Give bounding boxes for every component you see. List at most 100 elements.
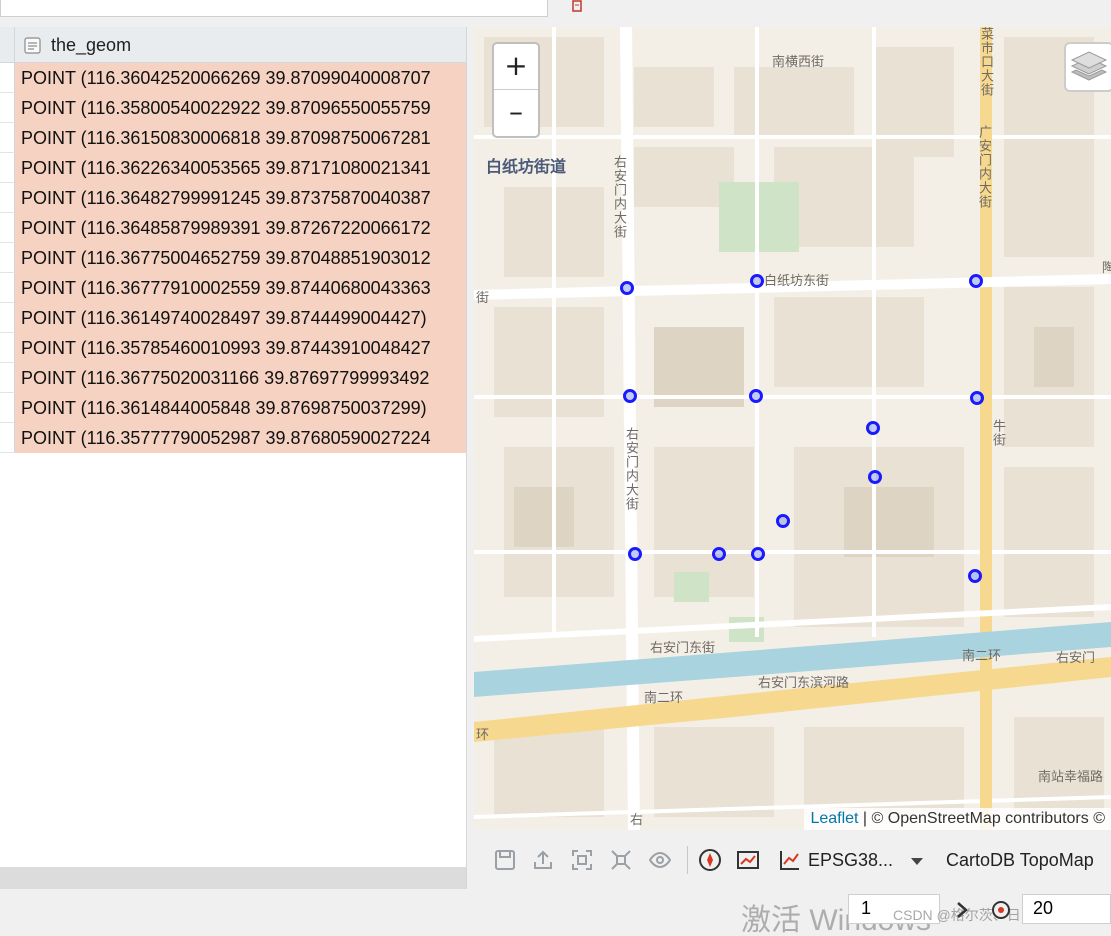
point-marker[interactable] <box>749 389 763 403</box>
row-gutter[interactable] <box>0 183 15 213</box>
row-gutter[interactable] <box>0 153 15 183</box>
zoom-control: + – <box>492 42 540 138</box>
row-gutter[interactable] <box>0 123 15 153</box>
zoom-in-button[interactable]: + <box>494 44 538 90</box>
road-label: 白纸坊东街 <box>764 273 830 288</box>
crs-chart-icon <box>780 851 799 870</box>
table-row[interactable]: POINT (116.35777790052987 39.87680590027… <box>0 423 466 453</box>
column-header-the-geom[interactable]: the_geom <box>51 35 131 56</box>
geometry-column-icon <box>24 37 41 54</box>
geom-cell[interactable]: POINT (116.35785460010993 39.87443910048… <box>15 333 466 363</box>
road-label: 南横西街 <box>772 54 825 69</box>
road-label: 环 <box>476 727 490 742</box>
point-marker[interactable] <box>628 547 642 561</box>
table-row[interactable]: POINT (116.36042520066269 39.87099040008… <box>0 63 466 93</box>
row-gutter[interactable] <box>0 303 15 333</box>
road-label: 右安门内大街 <box>624 427 639 511</box>
geom-cell[interactable]: POINT (116.36482799991245 39.87375870040… <box>15 183 466 213</box>
zoom-out-button[interactable]: – <box>494 90 538 136</box>
toolbar-separator <box>687 846 688 874</box>
geom-cell[interactable]: POINT (116.3614844005848 39.876987500372… <box>15 393 466 423</box>
table-row[interactable]: POINT (116.36150830006818 39.87098750067… <box>0 123 466 153</box>
view-icon[interactable] <box>648 848 672 872</box>
clipboard-icon[interactable] <box>571 0 583 12</box>
table-header: the_geom <box>0 27 466 63</box>
road-label: 南站幸福路 <box>1038 769 1104 784</box>
next-page-icon[interactable] <box>951 899 973 921</box>
row-gutter[interactable] <box>0 363 15 393</box>
district-label: 白纸坊街道 <box>486 159 567 176</box>
row-gutter[interactable] <box>0 63 15 93</box>
point-marker[interactable] <box>751 547 765 561</box>
attribution-text: | © OpenStreetMap contributors © <box>858 810 1105 827</box>
crs-selector[interactable]: EPSG38... <box>808 850 893 871</box>
road-label: 街 <box>476 290 490 305</box>
row-gutter[interactable] <box>0 333 15 363</box>
point-marker[interactable] <box>776 514 790 528</box>
top-filter-input[interactable] <box>0 0 548 17</box>
table-row[interactable]: POINT (116.35800540022922 39.87096550055… <box>0 93 466 123</box>
geom-cell[interactable]: POINT (116.36485879989391 39.87267220066… <box>15 213 466 243</box>
point-marker[interactable] <box>623 389 637 403</box>
table-row[interactable]: POINT (116.36777910002559 39.87440680043… <box>0 273 466 303</box>
row-gutter[interactable] <box>0 213 15 243</box>
geom-cell[interactable]: POINT (116.36149740028497 39.87444990044… <box>15 303 466 333</box>
image-chart-icon[interactable] <box>736 848 760 872</box>
page-size-icon <box>992 901 1010 919</box>
point-marker[interactable] <box>969 274 983 288</box>
table-row[interactable]: POINT (116.36482799991245 39.87375870040… <box>0 183 466 213</box>
row-gutter[interactable] <box>0 273 15 303</box>
road-label: 牛街 <box>991 419 1006 447</box>
horizontal-scrollbar[interactable] <box>0 867 466 889</box>
table-rows: POINT (116.36042520066269 39.87099040008… <box>0 63 466 453</box>
geom-cell[interactable]: POINT (116.35777790052987 39.87680590027… <box>15 423 466 453</box>
map-basemap <box>474 27 1111 830</box>
row-gutter[interactable] <box>0 243 15 273</box>
map-toolbar: EPSG38... CartoDB TopoMap <box>474 838 1111 884</box>
geom-cell[interactable]: POINT (116.36150830006818 39.87098750067… <box>15 123 466 153</box>
road-label: 右安门内大街 <box>612 155 627 239</box>
geom-cell[interactable]: POINT (116.36775020031166 39.87697799993… <box>15 363 466 393</box>
zoom-to-selection-icon[interactable] <box>570 848 594 872</box>
point-marker[interactable] <box>620 281 634 295</box>
compass-icon[interactable] <box>698 848 722 872</box>
table-row[interactable]: POINT (116.36226340053565 39.87171080021… <box>0 153 466 183</box>
geom-cell[interactable]: POINT (116.35800540022922 39.87096550055… <box>15 93 466 123</box>
road-label: 右 <box>630 812 644 827</box>
table-row[interactable]: POINT (116.3614844005848 39.876987500372… <box>0 393 466 423</box>
map-view[interactable]: 白纸坊街道 南横西街 菜市口大街 广安门内大街 右安门内大街 右安门内大街 白纸… <box>474 27 1111 830</box>
geom-cell[interactable]: POINT (116.36042520066269 39.87099040008… <box>15 63 466 93</box>
leaflet-link[interactable]: Leaflet <box>810 810 858 827</box>
point-marker[interactable] <box>750 274 764 288</box>
app-window: the_geom POINT (116.36042520066269 39.87… <box>0 0 1111 936</box>
attribute-table: the_geom POINT (116.36042520066269 39.87… <box>0 27 467 889</box>
geom-cell[interactable]: POINT (116.36775004652759 39.87048851903… <box>15 243 466 273</box>
point-marker[interactable] <box>866 421 880 435</box>
map-attribution: Leaflet | © OpenStreetMap contributors © <box>804 808 1111 830</box>
table-row[interactable]: POINT (116.36775004652759 39.87048851903… <box>0 243 466 273</box>
fit-extent-icon[interactable] <box>609 848 633 872</box>
point-marker[interactable] <box>712 547 726 561</box>
layers-icon <box>1070 51 1108 81</box>
save-icon[interactable] <box>493 848 517 872</box>
road-label: 右安门 <box>1056 650 1096 665</box>
point-marker[interactable] <box>970 391 984 405</box>
table-row[interactable]: POINT (116.35785460010993 39.87443910048… <box>0 333 466 363</box>
table-row[interactable]: POINT (116.36149740028497 39.87444990044… <box>0 303 466 333</box>
road-label: 陶 <box>1102 260 1111 275</box>
table-row[interactable]: POINT (116.36485879989391 39.87267220066… <box>0 213 466 243</box>
point-marker[interactable] <box>968 569 982 583</box>
geom-cell[interactable]: POINT (116.36777910002559 39.87440680043… <box>15 273 466 303</box>
row-gutter[interactable] <box>0 393 15 423</box>
basemap-selector[interactable]: CartoDB TopoMap <box>946 850 1094 871</box>
chevron-down-icon[interactable] <box>911 858 923 865</box>
export-icon[interactable] <box>531 848 555 872</box>
layers-button[interactable] <box>1064 42 1111 92</box>
point-marker[interactable] <box>868 470 882 484</box>
row-gutter[interactable] <box>0 93 15 123</box>
page-size-input[interactable]: 20 <box>1022 894 1111 924</box>
row-gutter[interactable] <box>0 423 15 453</box>
table-row[interactable]: POINT (116.36775020031166 39.87697799993… <box>0 363 466 393</box>
geom-cell[interactable]: POINT (116.36226340053565 39.87171080021… <box>15 153 466 183</box>
road-label: 右安门东滨河路 <box>758 675 850 690</box>
